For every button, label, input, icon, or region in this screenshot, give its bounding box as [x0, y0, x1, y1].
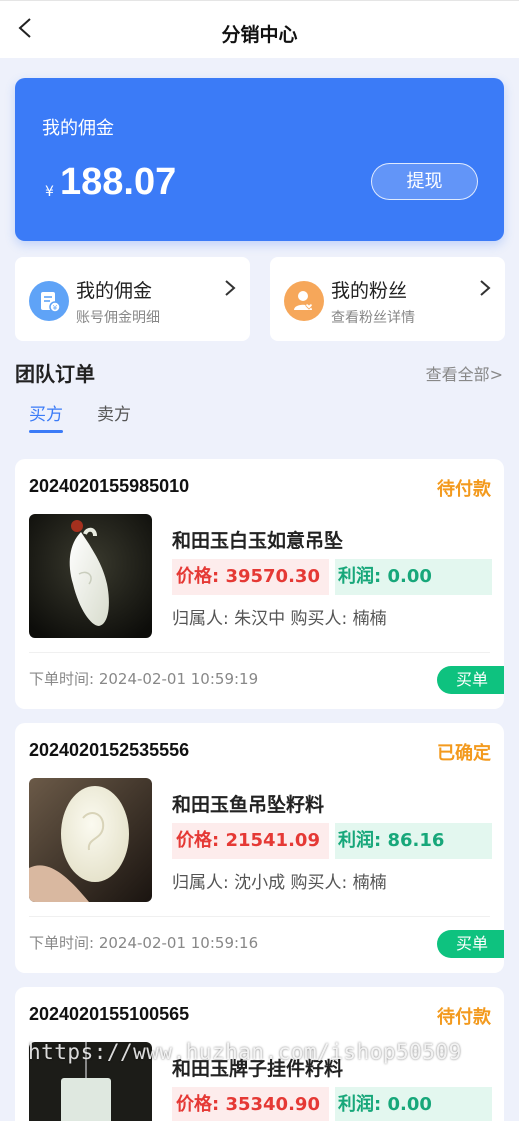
withdraw-button[interactable]: 提现: [371, 163, 478, 200]
tab-seller[interactable]: 卖方: [97, 400, 131, 425]
order-number: 2024020152535556: [29, 740, 190, 760]
entry-title: 我的佣金: [76, 280, 153, 302]
profit-badge: 利润: 86.16: [335, 823, 492, 859]
order-status: 已确定: [437, 743, 491, 764]
owner-buyer-info: 归属人: 沈小成 购买人: 楠楠: [172, 873, 387, 893]
buy-order-tag: 买单: [437, 666, 504, 694]
tab-buyer[interactable]: 买方: [29, 400, 63, 425]
order-card[interactable]: 2024020155985010 待付款 和田玉白玉如意吊坠 价格: 39570…: [15, 459, 504, 709]
top-nav-bar: 分销中心: [0, 0, 519, 58]
chevron-right-icon: [480, 280, 491, 296]
order-time: 下单时间: 2024-02-01 10:59:16: [29, 934, 259, 952]
see-all-link[interactable]: 查看全部>: [426, 361, 503, 385]
page-title: 分销中心: [221, 24, 298, 46]
profit-badge: 利润: 0.00: [335, 1087, 492, 1121]
commission-icon: ¥: [29, 281, 69, 321]
owner-buyer-info: 归属人: 朱汉中 购买人: 楠楠: [172, 609, 387, 629]
commission-label: 我的佣金: [42, 118, 114, 139]
price-badge: 价格: 21541.09: [172, 823, 329, 859]
my-fans-entry[interactable]: 我的粉丝 查看粉丝详情: [270, 257, 505, 341]
order-number: 2024020155100565: [29, 1004, 190, 1024]
order-time: 下单时间: 2024-02-01 10:59:19: [29, 670, 259, 688]
price-badge: 价格: 35340.90: [172, 1087, 329, 1121]
product-image: [29, 1042, 152, 1121]
order-card[interactable]: 2024020152535556 已确定 和田玉鱼吊坠籽料 价格: 21541.…: [15, 723, 504, 973]
order-status: 待付款: [437, 1007, 491, 1028]
entry-subtitle: 查看粉丝详情: [331, 310, 415, 326]
product-name: 和田玉白玉如意吊坠: [172, 530, 344, 552]
order-number: 2024020155985010: [29, 476, 190, 496]
commission-amount: 188.07: [60, 161, 177, 203]
svg-text:¥: ¥: [53, 304, 58, 312]
divider: [29, 652, 490, 653]
divider: [29, 916, 490, 917]
fans-icon: [284, 281, 324, 321]
profit-badge: 利润: 0.00: [335, 559, 492, 595]
price-badge: 价格: 39570.30: [172, 559, 329, 595]
order-card[interactable]: 2024020155100565 待付款 和田玉牌子挂件籽料 价格: 35340…: [15, 987, 504, 1121]
entry-subtitle: 账号佣金明细: [76, 310, 160, 326]
product-image: [29, 514, 152, 638]
chevron-right-icon: [225, 280, 236, 296]
order-status: 待付款: [437, 479, 491, 500]
buy-order-tag: 买单: [437, 930, 504, 958]
product-name: 和田玉鱼吊坠籽料: [172, 794, 325, 816]
active-tab-indicator: [29, 430, 63, 433]
entry-title: 我的粉丝: [331, 280, 408, 302]
commission-balance-card: 我的佣金 ¥ 188.07 提现: [15, 78, 504, 241]
product-image: [29, 778, 152, 902]
team-orders-title: 团队订单: [15, 362, 95, 386]
product-name: 和田玉牌子挂件籽料: [172, 1058, 344, 1080]
my-commission-entry[interactable]: ¥ 我的佣金 账号佣金明细: [15, 257, 250, 341]
currency-symbol: ¥: [45, 184, 54, 200]
